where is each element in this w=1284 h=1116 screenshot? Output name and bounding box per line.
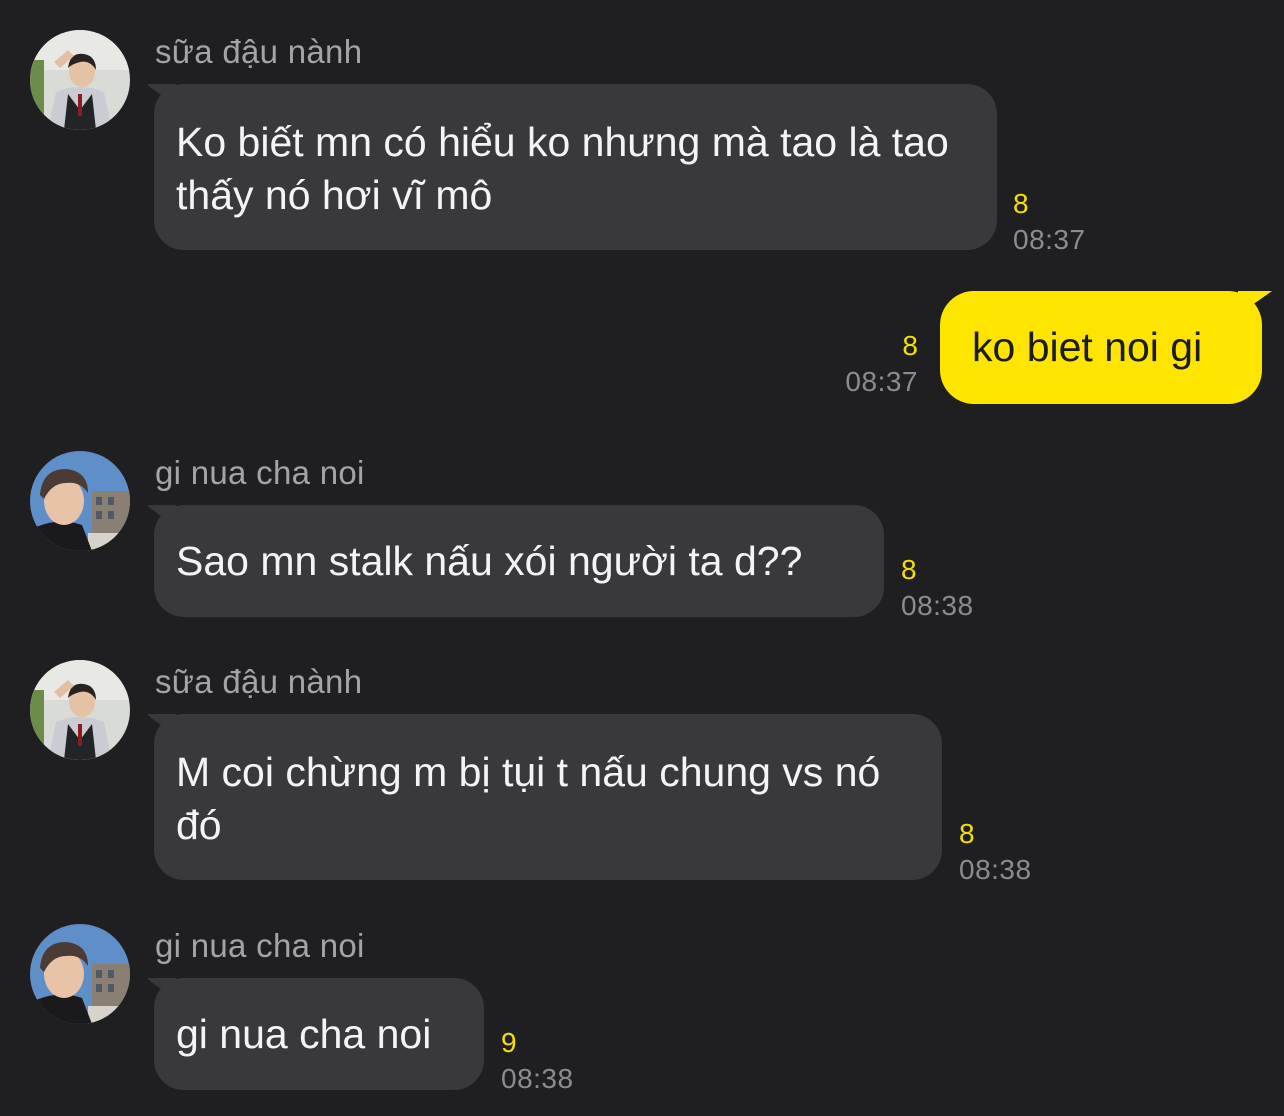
avatar[interactable] (30, 451, 130, 551)
sender-name: gi nua cha noi (155, 927, 365, 964)
avatar-boy-school-uniform-image (30, 660, 130, 760)
unread-count: 8 (902, 330, 918, 361)
message-bubble-outgoing[interactable]: ko biet noi gi (940, 291, 1262, 404)
message-time: 08:37 (1013, 224, 1086, 255)
message-time: 08:38 (901, 590, 974, 621)
unread-count: 8 (901, 554, 917, 585)
message-meta: 8 08:38 (901, 552, 974, 624)
message-text: gi nua cha noi (176, 1011, 432, 1057)
message-bubble[interactable]: M coi chừng m bị tụi t nấu chung vs nó đ… (154, 714, 942, 880)
sender-name: gi nua cha noi (155, 454, 365, 491)
message-bubble[interactable]: Ko biết mn có hiểu ko nhưng mà tao là ta… (154, 84, 997, 250)
sender-name: sữa đậu nành (155, 663, 363, 700)
message-meta: 8 08:38 (959, 816, 1032, 888)
message-time: 08:38 (501, 1063, 574, 1094)
message-text: Ko biết mn có hiểu ko nhưng mà tao là ta… (176, 119, 949, 218)
message-text: Sao mn stalk nấu xói người ta d?? (176, 538, 803, 584)
sender-name: sữa đậu nành (155, 33, 363, 70)
message-bubble[interactable]: gi nua cha noi (154, 978, 484, 1090)
message-meta: 8 08:37 (820, 328, 918, 400)
message-time: 08:38 (959, 854, 1032, 885)
unread-count: 8 (1013, 188, 1029, 219)
chat-message-list[interactable]: sữa đậu nành Ko biết mn có hiểu ko nhưng… (0, 0, 1284, 1116)
avatar[interactable] (30, 924, 130, 1024)
message-text: M coi chừng m bị tụi t nấu chung vs nó đ… (176, 749, 881, 848)
message-time: 08:37 (845, 366, 918, 397)
avatar[interactable] (30, 660, 130, 760)
message-meta: 9 08:38 (501, 1025, 574, 1097)
unread-count: 8 (959, 818, 975, 849)
message-meta: 8 08:37 (1013, 186, 1086, 258)
avatar-young-man-outdoor-image (30, 924, 130, 1024)
avatar-young-man-outdoor-image (30, 451, 130, 551)
avatar-boy-school-uniform-image (30, 30, 130, 130)
avatar[interactable] (30, 30, 130, 130)
message-text: ko biet noi gi (972, 324, 1203, 370)
message-bubble[interactable]: Sao mn stalk nấu xói người ta d?? (154, 505, 884, 617)
unread-count: 9 (501, 1027, 517, 1058)
